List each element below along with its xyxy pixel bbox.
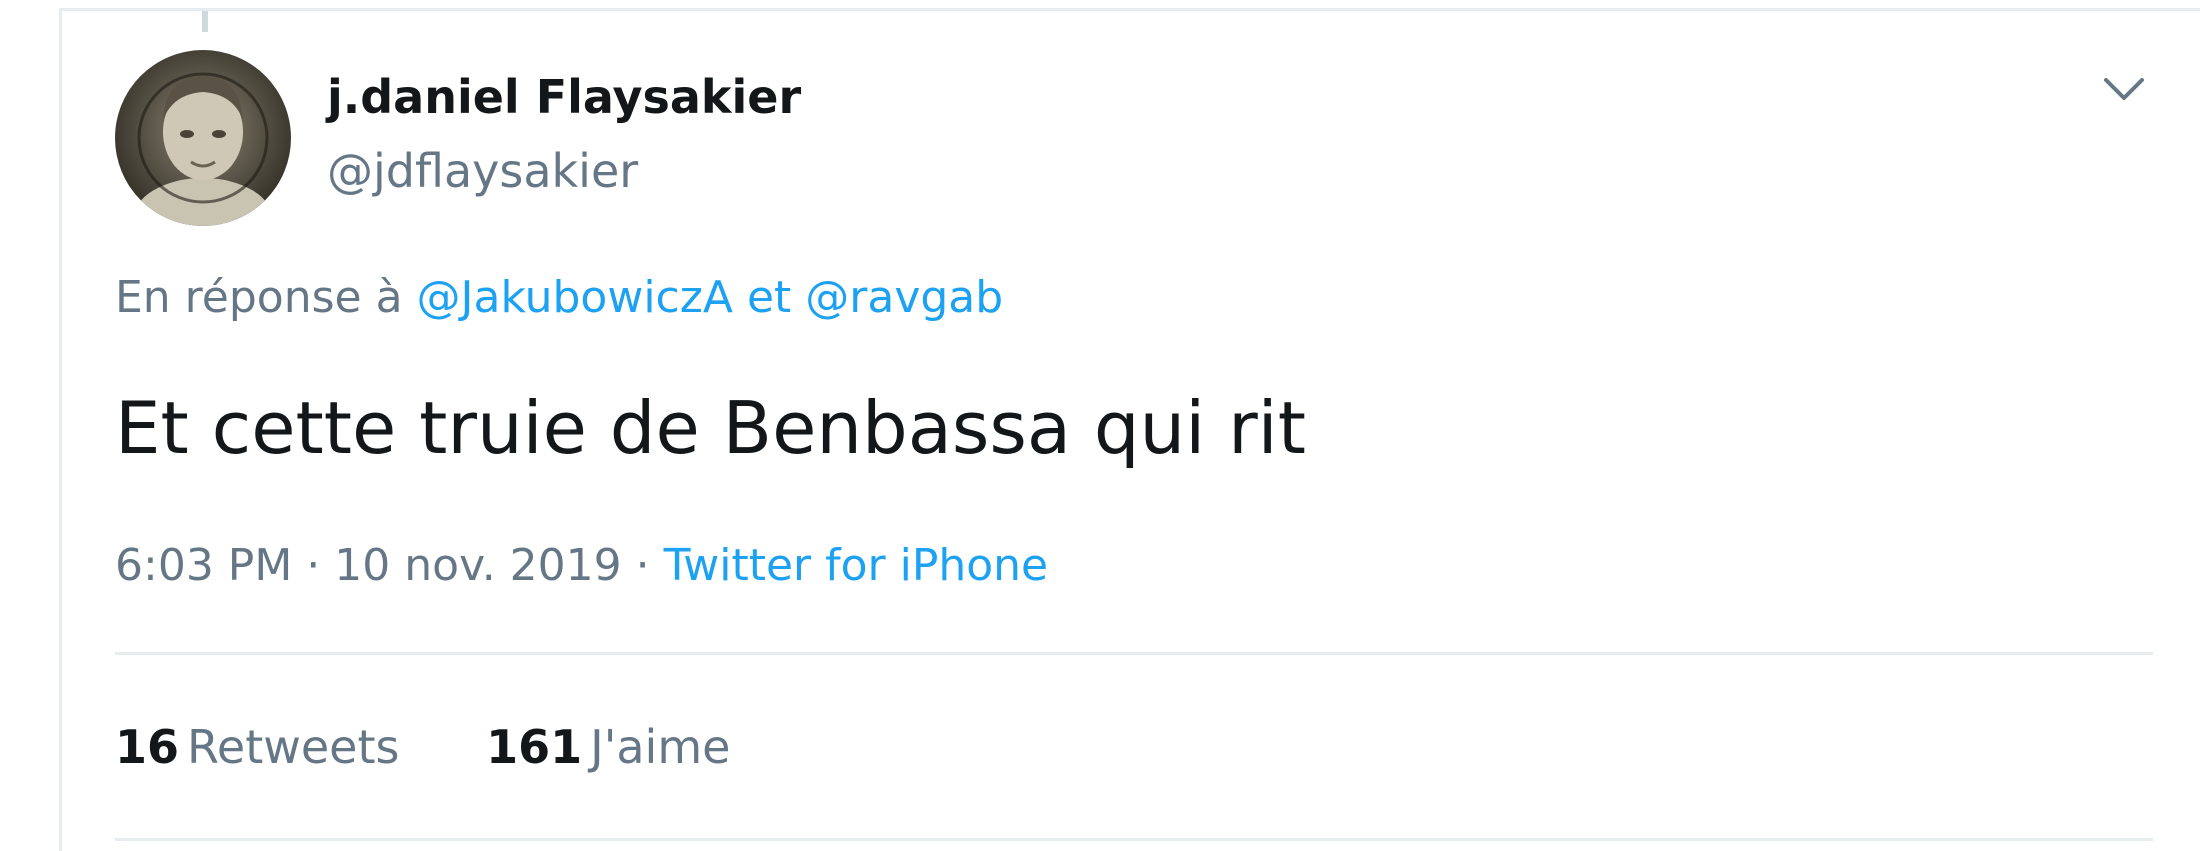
likes-label: J'aime: [590, 720, 731, 774]
divider: [115, 838, 2153, 841]
divider: [115, 652, 2153, 655]
tweet-source-link[interactable]: Twitter for iPhone: [664, 540, 1048, 591]
retweets-stat[interactable]: 16 Retweets: [115, 720, 399, 774]
tweet-meta: 6:03 PM · 10 nov. 2019 · Twitter for iPh…: [115, 540, 1048, 591]
retweets-label: Retweets: [187, 720, 400, 774]
likes-stat[interactable]: 161 J'aime: [486, 720, 730, 774]
chevron-down-icon[interactable]: [2100, 70, 2148, 110]
tweet-text: Et cette truie de Benbassa qui rit: [115, 386, 1306, 470]
mention-ravgab[interactable]: @ravgab: [805, 272, 1003, 323]
tweet-time[interactable]: 6:03 PM: [115, 540, 292, 591]
tweet-stats: 16 Retweets 161 J'aime: [115, 720, 802, 774]
reply-context: En réponse à @JakubowiczA et @ravgab: [115, 272, 1003, 323]
avatar-photo-icon: [115, 50, 291, 226]
meta-separator: ·: [635, 540, 650, 591]
reply-prefix: En réponse à: [115, 272, 403, 323]
author-handle[interactable]: @jdflaysakier: [327, 144, 638, 198]
avatar[interactable]: [115, 50, 291, 226]
meta-separator: ·: [306, 540, 321, 591]
retweets-count: 16: [115, 720, 180, 774]
likes-count: 161: [486, 720, 583, 774]
mention-jakubowicza[interactable]: @JakubowiczA: [417, 272, 733, 323]
author-display-name[interactable]: j.daniel Flaysakier: [327, 70, 801, 124]
reply-conjunction: et: [746, 272, 792, 323]
tweet-date[interactable]: 10 nov. 2019: [334, 540, 621, 591]
